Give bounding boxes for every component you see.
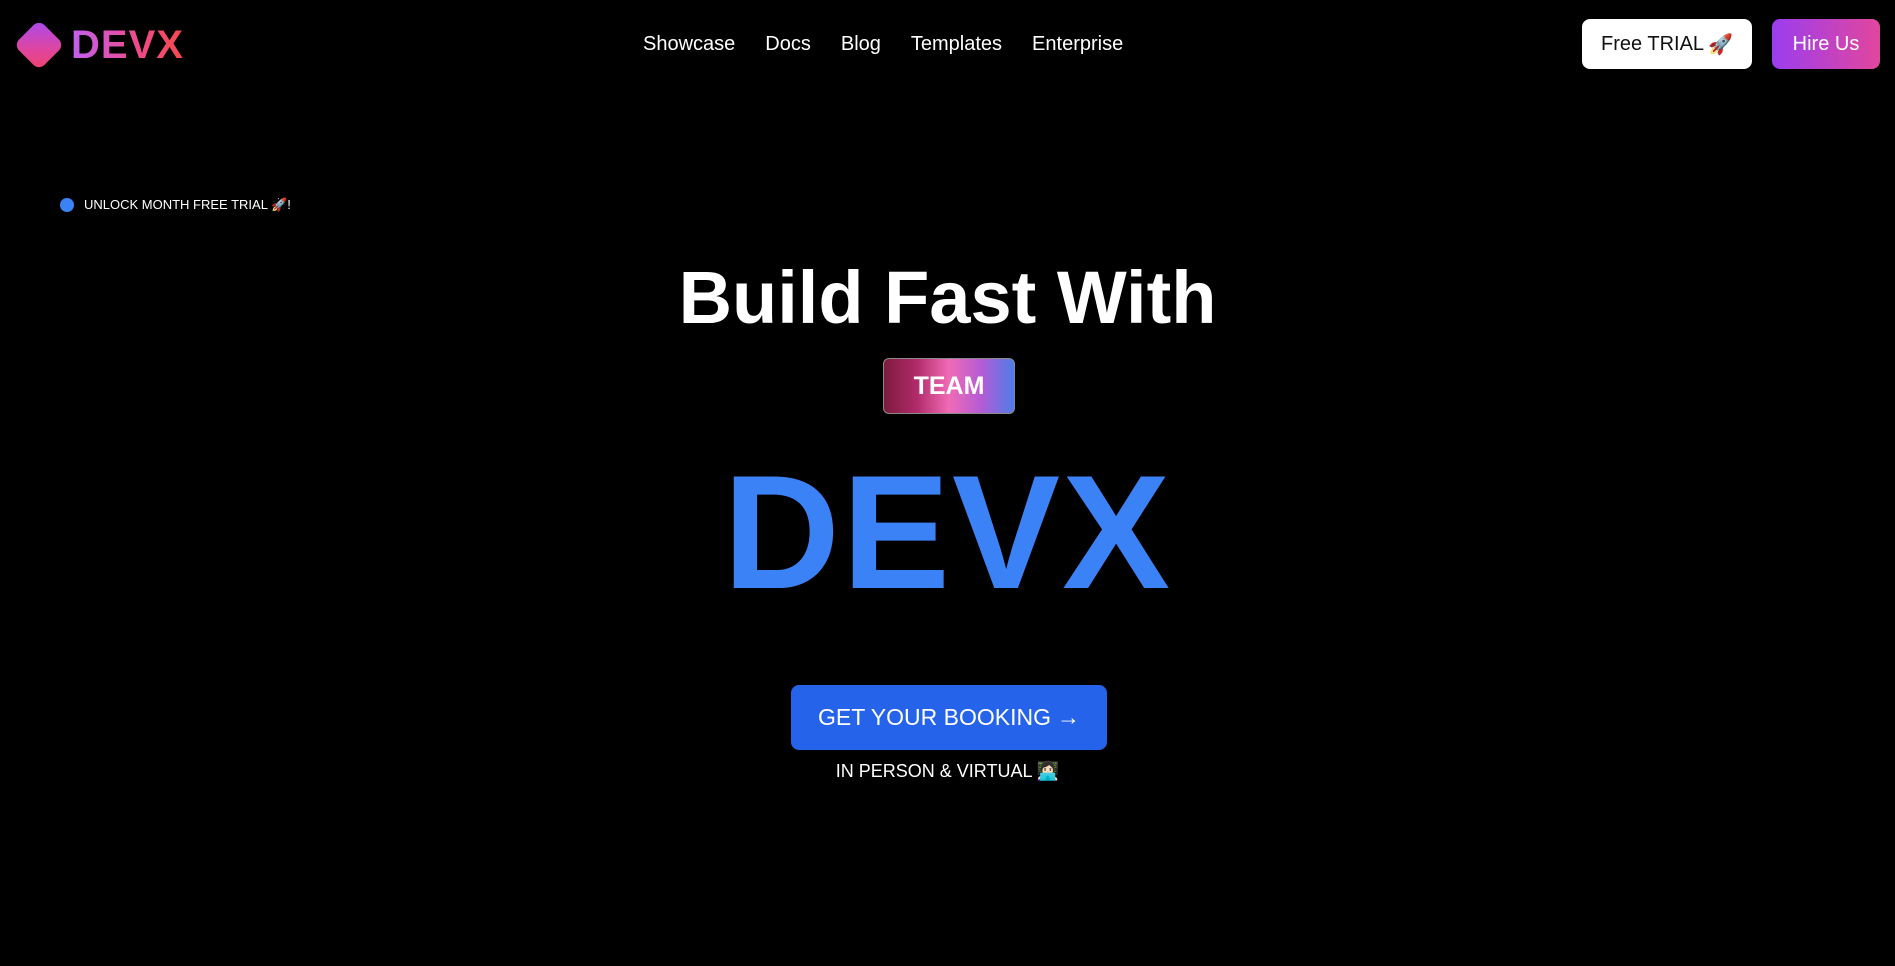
hire-us-label: Hire Us <box>1792 32 1860 55</box>
logo-diamond-icon <box>13 19 65 71</box>
hero-brand-word: DEVX <box>722 442 1173 623</box>
logo-link[interactable]: DEVX <box>13 18 184 72</box>
nav-item-showcase[interactable]: Showcase <box>643 30 735 58</box>
landing-page: DEVX Showcase Docs Blog Templates Enterp… <box>0 0 1895 966</box>
arrow-right-icon: → <box>1057 704 1081 730</box>
nav-item-blog[interactable]: Blog <box>841 30 881 58</box>
hero-subline: IN PERSON & VIRTUAL 👩🏻‍💻 <box>835 761 1060 781</box>
announcement-dot-icon <box>60 198 74 212</box>
announcement-banner[interactable]: UNLOCK MONTH FREE TRIAL 🚀! <box>60 197 291 213</box>
hire-us-button[interactable]: Hire Us <box>1772 19 1880 69</box>
hero-headline: Build Fast With <box>678 256 1217 339</box>
nav-item-enterprise[interactable]: Enterprise <box>1032 30 1123 58</box>
rocket-icon: 🚀 <box>1708 33 1733 56</box>
announcement-text: UNLOCK MONTH FREE TRIAL 🚀! <box>84 197 291 212</box>
top-header: DEVX Showcase Docs Blog Templates Enterp… <box>0 0 1895 88</box>
logo-text: DEVX <box>71 22 184 67</box>
free-trial-label: Free TRIAL <box>1601 32 1705 55</box>
main-nav: Showcase Docs Blog Templates Enterprise <box>643 30 1123 58</box>
cta-label: GET YOUR BOOKING <box>817 704 1052 730</box>
get-booking-button[interactable]: GET YOUR BOOKING → <box>791 685 1107 750</box>
nav-item-templates[interactable]: Templates <box>911 30 1002 58</box>
team-badge: TEAM <box>883 358 1015 414</box>
nav-item-docs[interactable]: Docs <box>765 30 811 58</box>
free-trial-button[interactable]: Free TRIAL 🚀 <box>1582 19 1752 69</box>
